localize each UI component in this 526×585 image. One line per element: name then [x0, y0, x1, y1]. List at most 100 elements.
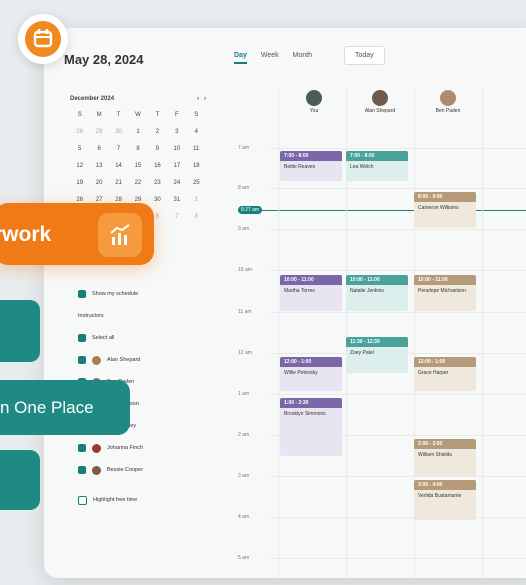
mini-calendar-day[interactable]: 4 — [187, 129, 206, 135]
avatar — [372, 90, 388, 106]
column-header-name: Ben Paden — [435, 108, 461, 114]
hour-gridline — [270, 558, 526, 559]
mini-calendar-day[interactable]: 28 — [70, 129, 89, 135]
column-header-name: You — [309, 108, 319, 114]
event-time: 12:00 - 1:00 — [280, 357, 342, 367]
mini-calendar-day[interactable]: 7 — [167, 214, 186, 220]
checkbox-icon[interactable] — [78, 356, 86, 364]
mini-calendar-day[interactable]: 14 — [109, 163, 128, 169]
mini-calendar-day[interactable]: 31 — [167, 197, 186, 203]
mini-calendar-day[interactable]: 29 — [89, 129, 108, 135]
today-button[interactable]: Today — [344, 46, 385, 65]
mini-calendar-day[interactable]: 16 — [148, 163, 167, 169]
checkbox-icon[interactable] — [78, 334, 86, 342]
mini-calendar-day[interactable]: 6 — [89, 146, 108, 152]
checkbox-icon[interactable] — [78, 495, 87, 505]
mini-calendar-day[interactable]: 11 — [187, 146, 206, 152]
mini-calendar-day[interactable]: 3 — [167, 129, 186, 135]
checkbox-icon[interactable] — [78, 290, 86, 298]
chevron-right-icon[interactable]: › — [204, 96, 206, 102]
mini-calendar-day[interactable]: 9 — [148, 146, 167, 152]
mini-calendar-day[interactable]: 12 — [70, 163, 89, 169]
day-grid[interactable]: 8:27 am 7 am 8 am 9 am 10 am 11 am 12 am 1 am 2… — [230, 88, 526, 578]
mini-calendar-month: December 2024 — [70, 96, 115, 102]
mini-calendar-day[interactable]: 25 — [187, 180, 206, 186]
hour-gridline — [270, 476, 526, 477]
calendar-event[interactable]: 8:00 - 9:00 Cameron Williams — [414, 192, 476, 228]
weekday-label: M — [96, 112, 102, 118]
weekday-label: T — [155, 112, 160, 118]
mini-calendar-day[interactable]: 23 — [148, 180, 167, 186]
column-header[interactable]: Ben Paden — [416, 90, 480, 122]
select-all-label: Select all — [92, 335, 115, 341]
app-icon[interactable] — [18, 14, 68, 64]
mini-calendar-day[interactable]: 20 — [89, 180, 108, 186]
mini-calendar-day[interactable]: 8 — [128, 146, 147, 152]
column-header[interactable]: Alan Shepard — [348, 90, 412, 122]
promo-card-teal-bottom — [0, 450, 40, 510]
mini-calendar-day[interactable]: 7 — [109, 146, 128, 152]
mini-calendar-day[interactable]: 2 — [148, 129, 167, 135]
tab-day[interactable]: Day — [234, 52, 247, 64]
avatar — [92, 443, 101, 453]
instructor-item[interactable]: Alan Shepard — [78, 349, 143, 371]
mini-calendar-day[interactable]: 30 — [109, 129, 128, 135]
instructor-item[interactable]: Bessie Cooper — [78, 459, 143, 481]
instructor-item[interactable]: Johanna Finch — [78, 437, 143, 459]
promo-teal-text: n One Place — [0, 398, 94, 417]
tab-week[interactable]: Week — [261, 52, 279, 64]
checkbox-icon[interactable] — [78, 466, 86, 474]
event-time: 7:00 - 8:00 — [280, 151, 342, 161]
event-time: 10:00 - 11:00 — [414, 275, 476, 285]
event-time: 12:00 - 1:00 — [414, 357, 476, 367]
mini-calendar-day[interactable]: 1 — [187, 197, 206, 203]
mini-calendar-day[interactable]: 10 — [167, 146, 186, 152]
event-title: Grace Harper — [418, 370, 449, 376]
mini-calendar-day[interactable]: 30 — [148, 197, 167, 203]
event-time: 10:00 - 11:00 — [346, 275, 408, 285]
mini-calendar-day[interactable]: 8 — [187, 214, 206, 220]
mini-calendar-day[interactable]: 13 — [89, 163, 108, 169]
mini-calendar-day[interactable]: 5 — [70, 146, 89, 152]
avatar — [92, 465, 101, 475]
mini-calendar-day[interactable]: 24 — [167, 180, 186, 186]
instructors-heading: Instructors — [78, 313, 104, 319]
calendar-event[interactable]: 3:00 - 4:00 Verlida Bustamante — [414, 480, 476, 520]
checkbox-icon[interactable] — [78, 444, 86, 452]
tab-month[interactable]: Month — [293, 52, 312, 64]
calendar-event[interactable]: 10:00 - 11:00 Natalie Jenkins — [346, 275, 408, 311]
chevron-left-icon[interactable]: ‹ — [197, 96, 199, 102]
mini-calendar-day[interactable]: 19 — [70, 180, 89, 186]
calendar-event[interactable]: 7:00 - 8:00 Bettie Reaves — [280, 151, 342, 181]
column-header-name: Alan Shepard — [364, 108, 396, 114]
event-time: 10:00 - 11:00 — [280, 275, 342, 285]
hour-gridline — [270, 517, 526, 518]
event-title: Cameron Williams — [418, 205, 459, 211]
column-header[interactable]: You — [282, 90, 346, 122]
calendar-event[interactable]: 12:00 - 1:00 Grace Harper — [414, 357, 476, 391]
mini-calendar: December 2024 ‹ › S M T W T F S 28 29 30 1 2 3 4 5 6 7 8 9… — [70, 96, 206, 220]
hour-gridline — [270, 148, 526, 149]
mini-calendar-day[interactable]: 21 — [109, 180, 128, 186]
calendar-event[interactable]: 10:00 - 11:00 Penelope Michaelson — [414, 275, 476, 311]
mini-calendar-day[interactable]: 1 — [128, 129, 147, 135]
promo-card-orange: rwork — [0, 203, 154, 265]
promo-card-teal: n One Place — [0, 380, 130, 435]
calendar-event[interactable]: 1:00 - 2:30 Brooklyn Simmons — [280, 398, 342, 456]
weekday-label: F — [175, 112, 179, 118]
calendar-event[interactable]: 12:00 - 1:00 Willie Pelonsky — [280, 357, 342, 391]
promo-card-teal-top — [0, 300, 40, 362]
mini-calendar-day[interactable]: 18 — [187, 163, 206, 169]
mini-calendar-day[interactable]: 15 — [128, 163, 147, 169]
calendar-event[interactable]: 2:00 - 3:00 William Shields — [414, 439, 476, 477]
mini-calendar-day[interactable]: 17 — [167, 163, 186, 169]
weekday-label: S — [77, 112, 82, 118]
column-divider — [278, 88, 279, 578]
scheduler-window: May 28, 2024 Day Week Month Today Decemb… — [44, 28, 526, 578]
event-time: 8:00 - 9:00 — [414, 192, 476, 202]
weekday-label: W — [135, 112, 141, 118]
calendar-event[interactable]: 10:00 - 11:00 Martha Torres — [280, 275, 342, 311]
mini-calendar-day[interactable]: 22 — [128, 180, 147, 186]
calendar-event[interactable]: 7:00 - 8:00 Lea Welch — [346, 151, 408, 181]
calendar-event[interactable]: 11:30 - 12:30 Zoey Patel — [346, 337, 408, 373]
